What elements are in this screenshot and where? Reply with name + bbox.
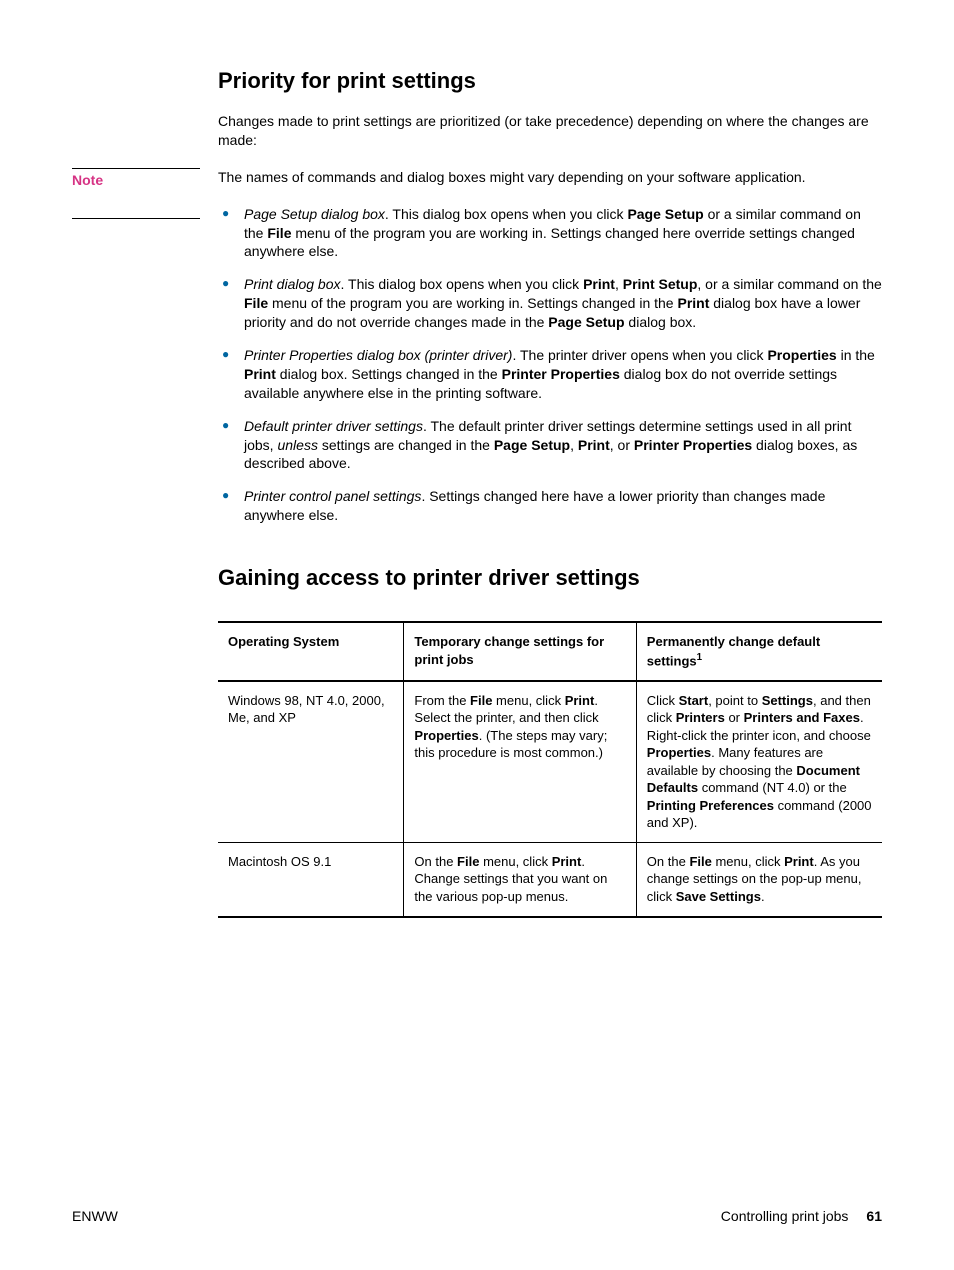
footer-section-title: Controlling print jobs <box>721 1208 849 1224</box>
footer-left: ENWW <box>72 1208 118 1224</box>
bullet-item: Printer Properties dialog box (printer d… <box>218 346 882 403</box>
cell-temp: From the File menu, click Print. Select … <box>404 681 636 843</box>
section1-heading: Priority for print settings <box>218 68 882 94</box>
cell-os: Macintosh OS 9.1 <box>218 842 404 916</box>
section2-heading: Gaining access to printer driver setting… <box>218 565 882 591</box>
note-label: Note <box>72 168 200 219</box>
cell-perm: On the File menu, click Print. As you ch… <box>636 842 882 916</box>
page-footer: ENWW Controlling print jobs 61 <box>72 1208 882 1224</box>
cell-perm: Click Start, point to Settings, and then… <box>636 681 882 843</box>
page-number: 61 <box>866 1208 882 1224</box>
header-temp: Temporary change settings for print jobs <box>404 622 636 680</box>
table-row: Windows 98, NT 4.0, 2000, Me, and XP Fro… <box>218 681 882 843</box>
cell-temp: On the File menu, click Print. Change se… <box>404 842 636 916</box>
note-text: The names of commands and dialog boxes m… <box>218 168 882 187</box>
priority-bullet-list: Page Setup dialog box. This dialog box o… <box>218 205 882 525</box>
header-os: Operating System <box>218 622 404 680</box>
bullet-item: Printer control panel settings. Settings… <box>218 487 882 525</box>
section1-intro: Changes made to print settings are prior… <box>218 112 882 150</box>
bullet-item: Default printer driver settings. The def… <box>218 417 882 474</box>
table-row: Macintosh OS 9.1 On the File menu, click… <box>218 842 882 916</box>
bullet-item: Print dialog box. This dialog box opens … <box>218 275 882 332</box>
bullet-item: Page Setup dialog box. This dialog box o… <box>218 205 882 262</box>
note-block: Note The names of commands and dialog bo… <box>218 168 882 187</box>
driver-settings-table: Operating System Temporary change settin… <box>218 621 882 917</box>
table-header-row: Operating System Temporary change settin… <box>218 622 882 680</box>
cell-os: Windows 98, NT 4.0, 2000, Me, and XP <box>218 681 404 843</box>
header-perm: Permanently change default settings1 <box>636 622 882 680</box>
